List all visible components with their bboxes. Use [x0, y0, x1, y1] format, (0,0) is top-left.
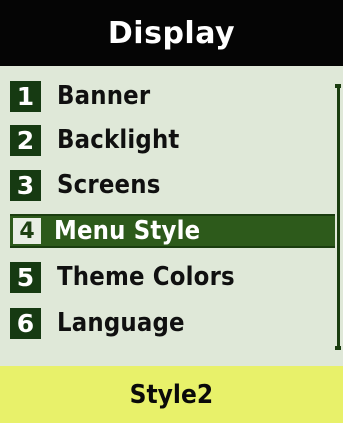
menu-item-label: Theme Colors: [57, 262, 235, 292]
menu-item-theme-colors[interactable]: 5 Theme Colors: [10, 260, 335, 294]
menu-item-label: Language: [57, 308, 185, 338]
menu-item-backlight[interactable]: 2 Backlight: [10, 123, 335, 157]
menu-item-label: Banner: [57, 81, 151, 111]
menu-number-badge: 2: [10, 124, 41, 156]
menu-number-badge: 1: [10, 80, 41, 112]
menu-item-menu-style[interactable]: 4 Menu Style: [10, 214, 335, 248]
menu-item-label: Menu Style: [54, 216, 201, 246]
title-bar: Display: [0, 0, 343, 66]
menu-number-badge: 3: [10, 169, 41, 201]
scrollbar[interactable]: [337, 87, 340, 349]
menu-number-badge: 4: [13, 218, 41, 244]
menu-item-language[interactable]: 6 Language: [10, 306, 335, 340]
phone-screen: Display 1 Banner 2 Backlight 3 Screens 4…: [0, 0, 343, 423]
menu-item-screens[interactable]: 3 Screens: [10, 168, 335, 202]
scrollbar-bottom-cap: [335, 346, 341, 350]
menu-item-label: Screens: [57, 170, 161, 200]
menu-number-badge: 6: [10, 307, 41, 339]
softkey-bar[interactable]: Style2: [0, 366, 343, 423]
softkey-label: Style2: [129, 379, 214, 410]
menu-item-label: Backlight: [57, 125, 180, 155]
menu-item-banner[interactable]: 1 Banner: [10, 79, 335, 113]
menu-number-badge: 5: [10, 261, 41, 293]
page-title: Display: [107, 15, 236, 51]
